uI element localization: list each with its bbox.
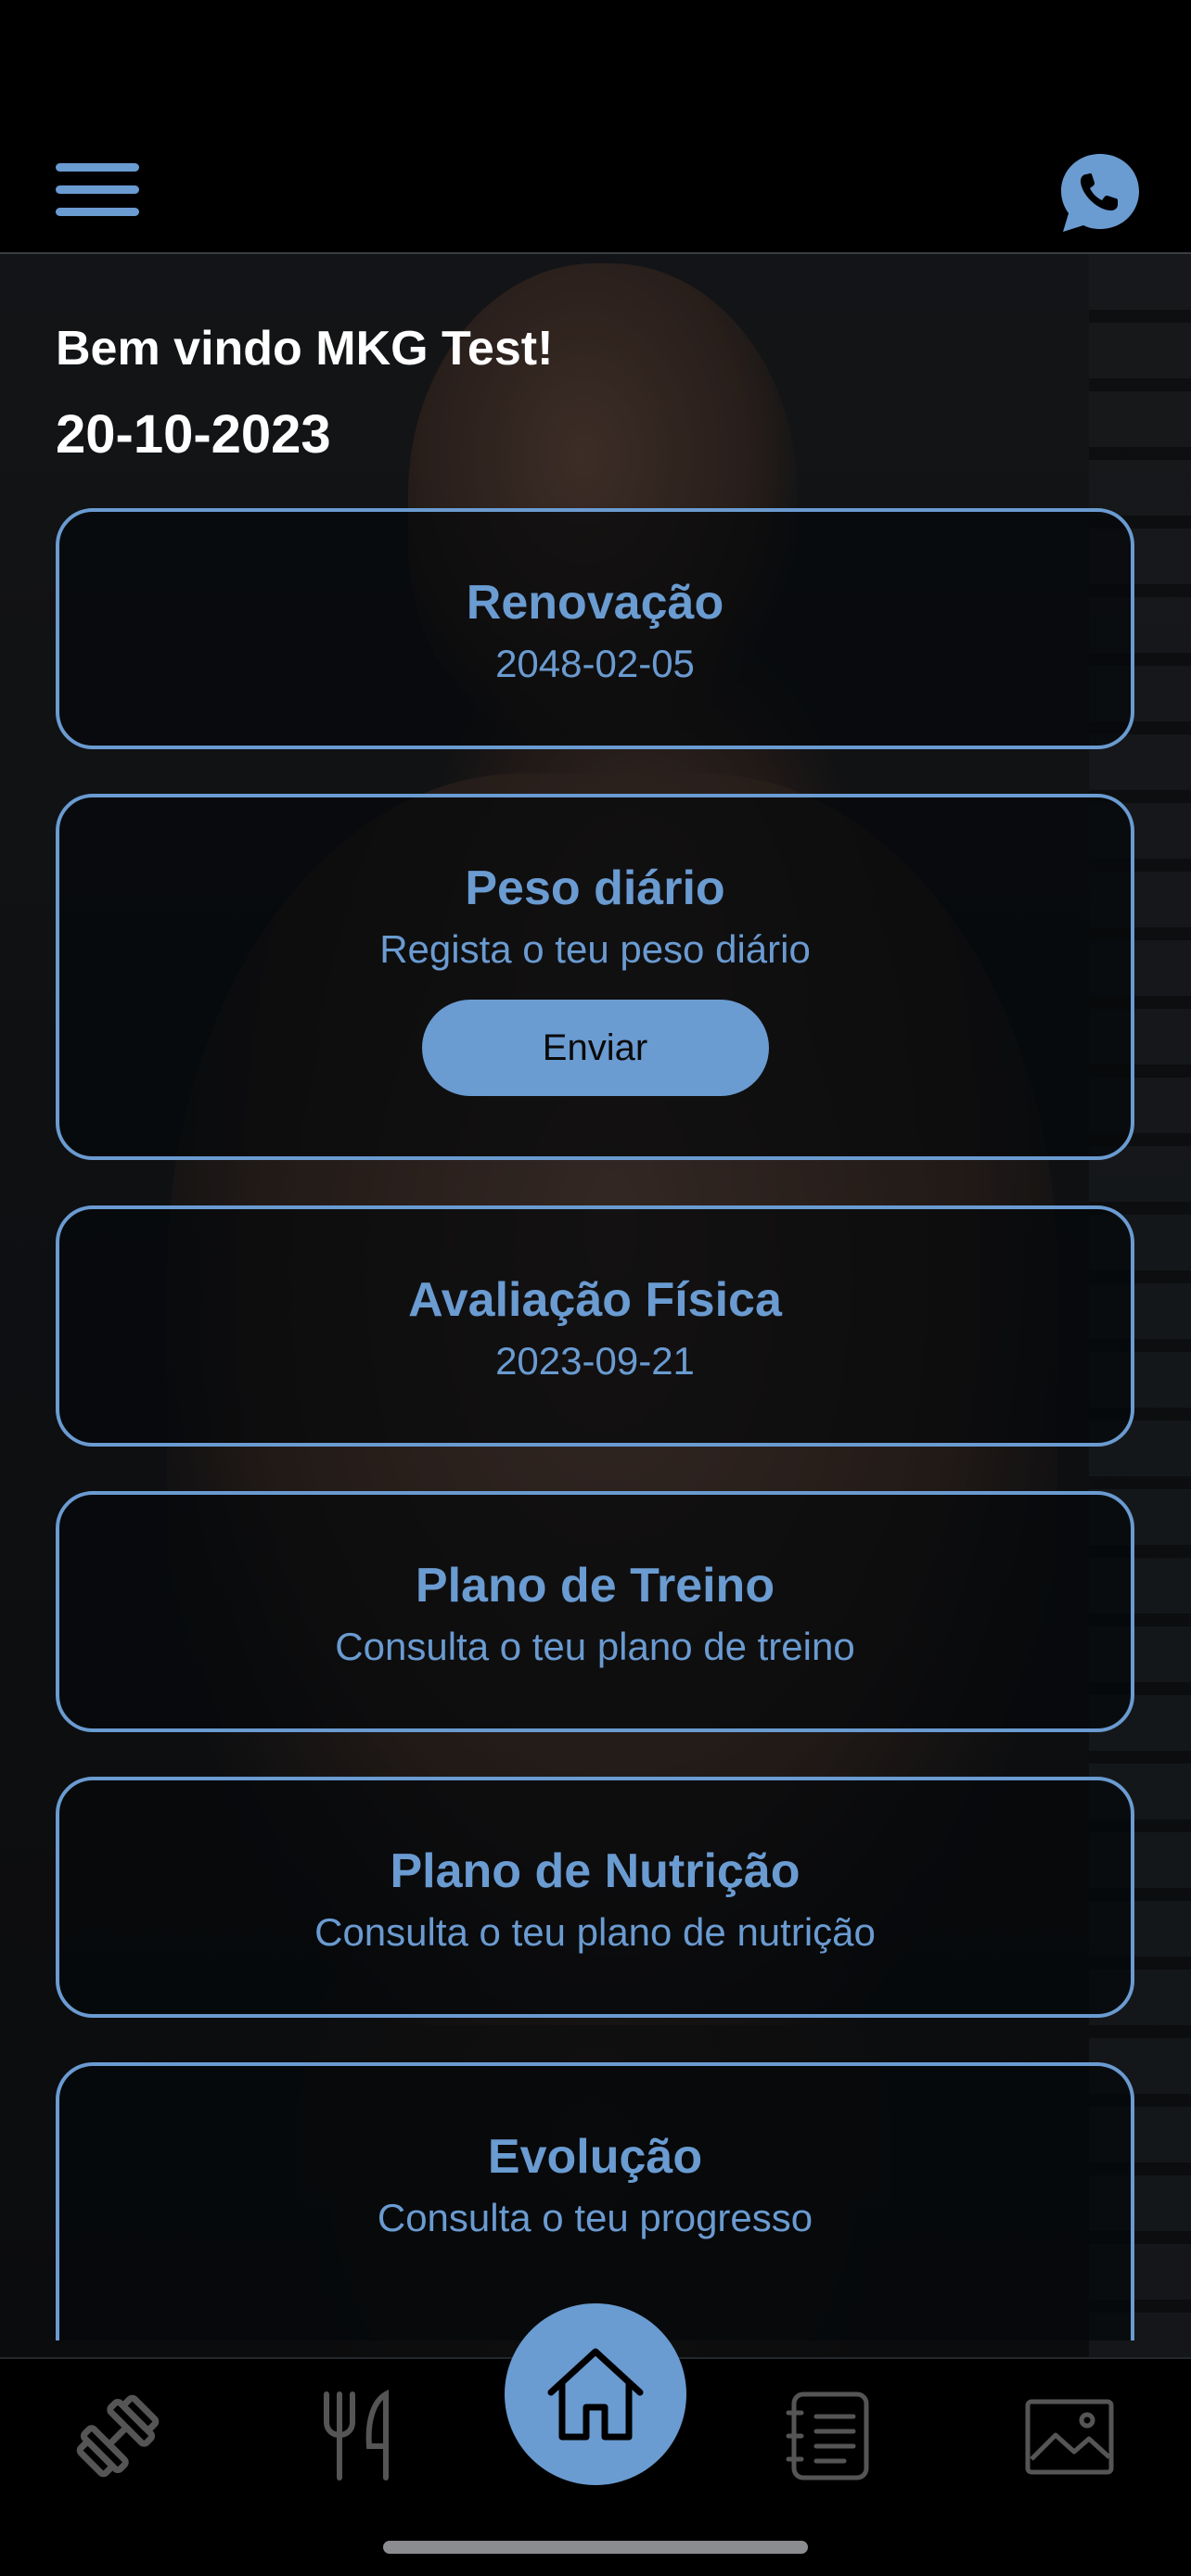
card-subtitle: Regista o teu peso diário (379, 927, 811, 971)
card-subtitle: 2048-02-05 (495, 642, 695, 685)
current-date: 20-10-2023 (56, 404, 331, 465)
welcome-section: Bem vindo MKG Test! 20-10-2023 (56, 315, 553, 475)
app-screen: Bem vindo MKG Test! 20-10-2023 Renovação… (0, 0, 1191, 2576)
card-subtitle: Consulta o teu plano de nutrição (314, 1910, 876, 1954)
welcome-greeting: Bem vindo MKG Test! (56, 322, 554, 376)
home-icon[interactable] (505, 2303, 686, 2485)
physical-assessment-card[interactable]: Avaliação Física 2023-09-21 (56, 1205, 1134, 1447)
daily-weight-card: Peso diário Regista o teu peso diário En… (56, 794, 1134, 1160)
card-subtitle: 2023-09-21 (495, 1339, 695, 1383)
dumbbell-icon[interactable] (67, 2385, 169, 2487)
send-weight-button[interactable]: Enviar (421, 1000, 769, 1096)
nutrition-plan-card[interactable]: Plano de Nutrição Consulta o teu plano d… (56, 1777, 1134, 2018)
card-title: Renovação (466, 576, 724, 630)
card-subtitle: Consulta o teu plano de treino (335, 1625, 855, 1668)
gallery-icon[interactable] (1018, 2385, 1121, 2487)
card-title: Peso diário (465, 861, 725, 915)
home-indicator-bar (383, 2541, 808, 2554)
whatsapp-icon[interactable] (1056, 148, 1145, 237)
card-title: Plano de Nutrição (390, 1844, 800, 1898)
top-bar (0, 0, 1191, 254)
fork-knife-icon[interactable] (306, 2385, 408, 2487)
card-title: Evolução (487, 2130, 703, 2184)
card-subtitle: Consulta o teu progresso (377, 2196, 813, 2239)
checklist-icon[interactable] (779, 2385, 881, 2487)
hamburger-menu-icon[interactable] (56, 161, 139, 221)
training-plan-card[interactable]: Plano de Treino Consulta o teu plano de … (56, 1491, 1134, 1732)
renewal-card[interactable]: Renovação 2048-02-05 (56, 508, 1134, 749)
card-title: Avaliação Física (408, 1273, 782, 1327)
progress-card[interactable]: Evolução Consulta o teu progresso (56, 2062, 1134, 2340)
card-title: Plano de Treino (415, 1559, 775, 1613)
